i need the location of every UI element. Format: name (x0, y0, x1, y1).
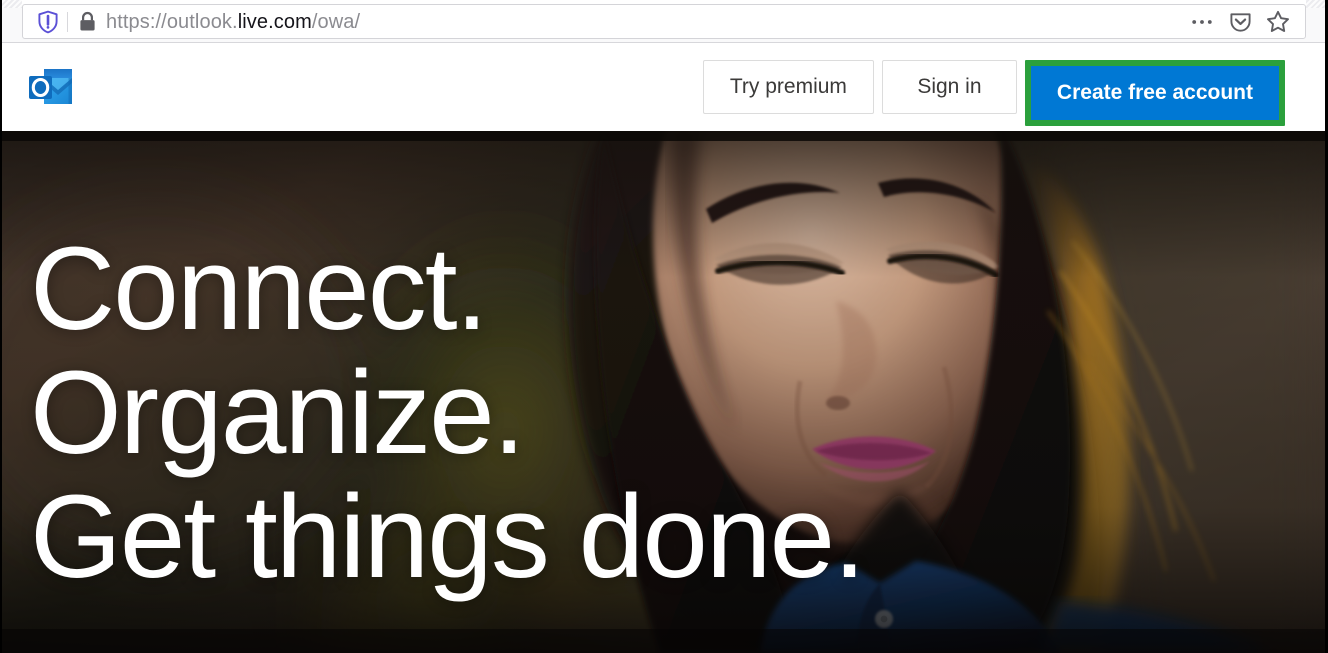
ellipsis-icon[interactable] (1185, 7, 1219, 37)
hero-banner: Connect. Organize. Get things done. (0, 131, 1328, 653)
browser-window: https://outlook.live.com/owa/ Try premiu… (0, 0, 1328, 653)
url-prefix: https://outlook. (106, 10, 238, 33)
create-free-account-button[interactable]: Create free account (1030, 66, 1279, 120)
header-actions: Try premium Sign in Create free account (702, 60, 1285, 126)
try-premium-button[interactable]: Try premium (702, 60, 874, 114)
site-header: Try premium Sign in Create free account (0, 43, 1328, 131)
pocket-icon[interactable] (1223, 7, 1257, 37)
hero-photo (0, 131, 1328, 653)
lock-icon[interactable] (72, 9, 102, 35)
create-account-highlight: Create free account (1024, 60, 1285, 126)
url-host: live.com (237, 10, 312, 33)
address-bar-actions (1185, 7, 1295, 37)
url-path: /owa/ (311, 10, 361, 33)
window-border-left (0, 0, 2, 653)
address-bar[interactable]: https://outlook.live.com/owa/ (22, 4, 1306, 39)
outlook-logo-icon[interactable] (25, 64, 77, 110)
sign-in-button[interactable]: Sign in (881, 60, 1017, 114)
shield-icon[interactable] (31, 9, 65, 35)
star-icon[interactable] (1261, 7, 1295, 37)
url-text[interactable]: https://outlook.live.com/owa/ (102, 5, 1185, 39)
address-bar-divider (67, 11, 68, 32)
browser-chrome: https://outlook.live.com/owa/ (0, 0, 1328, 43)
